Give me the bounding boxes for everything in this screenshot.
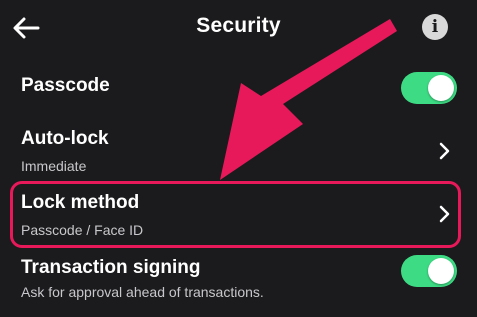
info-button[interactable]: i	[422, 14, 448, 40]
passcode-label: Passcode	[21, 75, 110, 96]
transaction-signing-row: Transaction signing Ask for approval ahe…	[0, 252, 477, 312]
toggle-knob	[428, 75, 454, 101]
transaction-signing-value: Ask for approval ahead of transactions.	[21, 284, 264, 300]
lock-method-row[interactable]: Lock method Passcode / Face ID	[0, 183, 477, 246]
chevron-right-icon	[439, 205, 450, 223]
chevron-right-icon	[439, 142, 450, 160]
transaction-signing-label: Transaction signing	[21, 257, 201, 278]
auto-lock-row[interactable]: Auto-lock Immediate	[0, 120, 477, 180]
auto-lock-label: Auto-lock	[21, 128, 109, 149]
info-icon: i	[431, 17, 439, 37]
auto-lock-value: Immediate	[21, 158, 87, 174]
page-title: Security	[196, 14, 281, 37]
lock-method-label: Lock method	[21, 192, 140, 213]
passcode-row: Passcode	[0, 60, 477, 112]
passcode-toggle[interactable]	[401, 72, 457, 104]
transaction-signing-toggle[interactable]	[401, 255, 457, 287]
toggle-knob	[428, 258, 454, 284]
lock-method-value: Passcode / Face ID	[21, 222, 144, 238]
header-bar: Security i	[0, 0, 477, 56]
